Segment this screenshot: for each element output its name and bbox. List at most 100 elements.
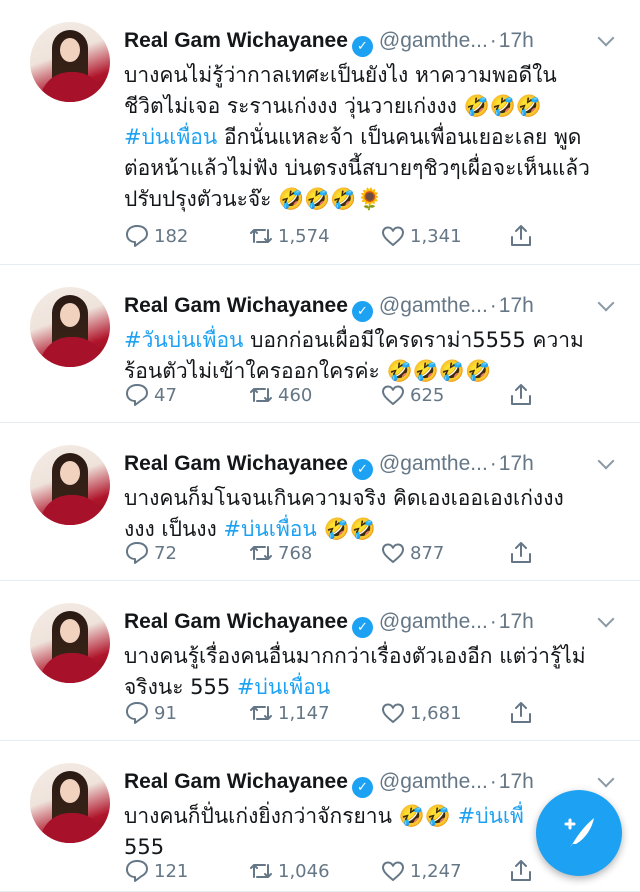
tweet-text-segment: บางคนไม่รู้ว่ากาลเทศะเป็นยังไง หาความพอด…	[124, 63, 557, 87]
reply-button[interactable]: 91	[124, 698, 177, 728]
retweet-icon	[248, 223, 278, 249]
display-name[interactable]: Real Gam Wichayanee	[124, 294, 348, 317]
reply-button[interactable]: 121	[124, 856, 188, 886]
user-handle[interactable]: @gamthe...	[379, 610, 488, 633]
verified-badge-icon: ✓	[351, 36, 373, 57]
avatar[interactable]	[30, 22, 110, 102]
hashtag-link[interactable]: #บ่นเพื่	[458, 804, 524, 828]
retweet-count: 460	[278, 384, 313, 406]
timestamp[interactable]: 17h	[499, 294, 534, 317]
tweet-text-line: #บ่นเพื่อน อีกนั่นแหละจ้า เป็นคนเพื่อนเย…	[124, 122, 620, 153]
timestamp[interactable]: 17h	[499, 610, 534, 633]
timestamp[interactable]: 17h	[499, 770, 534, 793]
display-name[interactable]: Real Gam Wichayanee	[124, 29, 348, 52]
share-icon	[508, 858, 538, 884]
tweet[interactable]: Real Gam Wichayanee ✓ @gamthe...·17h บางคนก…	[0, 423, 640, 581]
share-button[interactable]	[508, 698, 538, 728]
avatar-face	[60, 779, 80, 803]
tweet-text-segment: บอกก่อนเผื่อมีใครดราม่า5555 ความ	[243, 328, 584, 352]
tweet-text-segment: ต่อหน้าแล้วไม่ฟัง บ่นตรงนี้สบายๆชิวๆเผื่…	[124, 156, 590, 180]
timestamp[interactable]: 17h	[499, 29, 534, 52]
reply-icon	[124, 540, 154, 566]
reply-count: 72	[154, 542, 177, 564]
reply-icon	[124, 223, 154, 249]
retweet-button[interactable]: 1,574	[248, 221, 330, 251]
tweet-text: บางคนไม่รู้ว่ากาลเทศะเป็นยังไง หาความพอด…	[124, 60, 620, 215]
share-button[interactable]	[508, 538, 538, 568]
share-button[interactable]	[508, 221, 538, 251]
avatar-face	[60, 461, 80, 485]
avatar-dress	[40, 653, 104, 683]
retweet-icon	[248, 540, 278, 566]
tweet-header: Real Gam Wichayanee ✓ @gamthe...·17h	[124, 609, 624, 638]
retweet-button[interactable]: 460	[248, 380, 312, 410]
reply-button[interactable]: 72	[124, 538, 177, 568]
tweet-text-line: ชีวิตไม่เจอ ระรานเก่งงง วุ่นวายเก่งงง 🤣🤣…	[124, 91, 620, 122]
timeline-feed: Real Gam Wichayanee ✓ @gamthe...·17h บางคนไ…	[0, 0, 640, 892]
like-button[interactable]: 877	[380, 538, 444, 568]
like-count: 1,341	[410, 225, 462, 247]
tweet[interactable]: Real Gam Wichayanee ✓ @gamthe...·17h บางคนไ…	[0, 0, 640, 265]
tweet[interactable]: Real Gam Wichayanee ✓ @gamthe...·17h #วันบ่…	[0, 265, 640, 423]
retweet-button[interactable]: 1,046	[248, 856, 330, 886]
retweet-icon	[248, 700, 278, 726]
tweet-header: Real Gam Wichayanee ✓ @gamthe...·17h	[124, 28, 624, 57]
compose-tweet-button[interactable]	[536, 790, 622, 876]
avatar[interactable]	[30, 445, 110, 525]
reply-count: 91	[154, 702, 177, 724]
tweet-header: Real Gam Wichayanee ✓ @gamthe...·17h	[124, 451, 624, 480]
tweet-text-line: ต่อหน้าแล้วไม่ฟัง บ่นตรงนี้สบายๆชิวๆเผื่…	[124, 153, 620, 184]
retweet-button[interactable]: 768	[248, 538, 312, 568]
avatar-dress	[40, 495, 104, 525]
hashtag-link[interactable]: #บ่นเพื่อน	[237, 675, 330, 699]
user-handle[interactable]: @gamthe...	[379, 770, 488, 793]
verified-badge-icon: ✓	[351, 459, 373, 480]
tweet-text: บางคนรู้เรื่องคนอื่นมากกว่าเรื่องตัวเองอ…	[124, 641, 620, 703]
like-button[interactable]: 1,681	[380, 698, 462, 728]
share-button[interactable]	[508, 380, 538, 410]
user-handle[interactable]: @gamthe...	[379, 29, 488, 52]
reply-count: 121	[154, 860, 189, 882]
display-name[interactable]: Real Gam Wichayanee	[124, 770, 348, 793]
timestamp[interactable]: 17h	[499, 452, 534, 475]
avatar[interactable]	[30, 763, 110, 843]
avatar-dress	[40, 813, 104, 843]
share-icon	[508, 700, 538, 726]
avatar-dress	[40, 72, 104, 102]
retweet-icon	[248, 858, 278, 884]
user-handle[interactable]: @gamthe...	[379, 294, 488, 317]
user-handle[interactable]: @gamthe...	[379, 452, 488, 475]
hashtag-link[interactable]: #วันบ่นเพื่อน	[124, 328, 243, 352]
separator-dot: ·	[489, 770, 497, 793]
tweet-header: Real Gam Wichayanee ✓ @gamthe...·17h	[124, 293, 624, 322]
reply-icon	[124, 700, 154, 726]
display-name[interactable]: Real Gam Wichayanee	[124, 610, 348, 633]
share-icon	[508, 540, 538, 566]
tweet-actions: 182 1,574 1,341	[124, 221, 544, 251]
share-button[interactable]	[508, 856, 538, 886]
avatar-dress	[40, 337, 104, 367]
tweet-text-segment: ปรับปรุงตัวนะจ๊ะ 🤣🤣🤣🌻	[124, 187, 383, 211]
tweet-text-line: บางคนก็มโนจนเกินความจริง คิดเองเออเองเก่…	[124, 483, 620, 514]
display-name[interactable]: Real Gam Wichayanee	[124, 452, 348, 475]
tweet-text-segment: บางคนก็ปั่นเก่งยิ่งกว่าจักรยาน 🤣🤣	[124, 804, 458, 828]
tweet-actions: 72 768 877	[124, 538, 544, 568]
like-button[interactable]: 625	[380, 380, 444, 410]
heart-icon	[380, 540, 410, 566]
reply-button[interactable]: 182	[124, 221, 188, 251]
reply-button[interactable]: 47	[124, 380, 177, 410]
separator-dot: ·	[489, 29, 497, 52]
retweet-icon	[248, 382, 278, 408]
share-icon	[508, 382, 538, 408]
like-button[interactable]: 1,247	[380, 856, 462, 886]
tweet-text: #วันบ่นเพื่อน บอกก่อนเผื่อมีใครดราม่า555…	[124, 325, 620, 387]
retweet-count: 768	[278, 542, 313, 564]
tweet[interactable]: Real Gam Wichayanee ✓ @gamthe...·17h บางคนร…	[0, 581, 640, 741]
like-button[interactable]: 1,341	[380, 221, 462, 251]
avatar[interactable]	[30, 603, 110, 683]
like-count: 625	[410, 384, 445, 406]
avatar[interactable]	[30, 287, 110, 367]
retweet-count: 1,046	[278, 860, 330, 882]
hashtag-link[interactable]: #บ่นเพื่อน	[124, 125, 217, 149]
retweet-button[interactable]: 1,147	[248, 698, 330, 728]
